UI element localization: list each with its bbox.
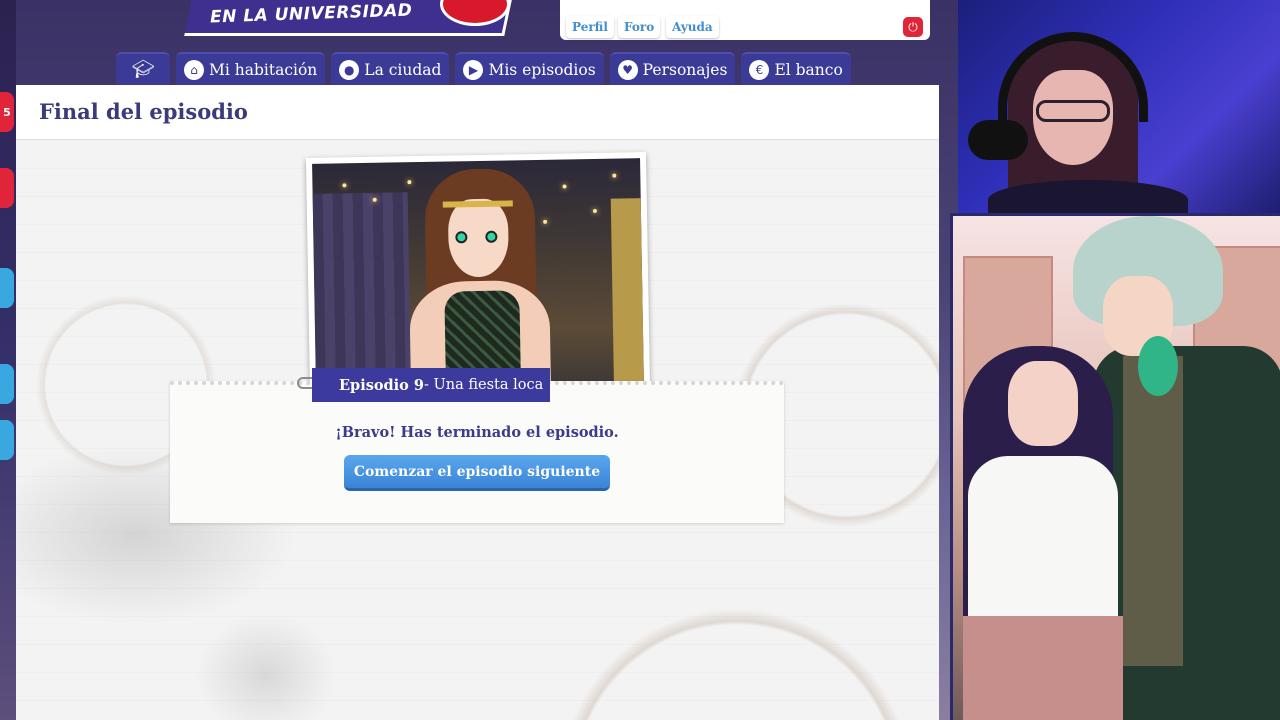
string-light bbox=[372, 197, 377, 202]
completion-message: ¡Bravo! Has terminado el episodio. bbox=[335, 424, 619, 441]
episode-end-panel: Final del episodio ¡Bravo! Has terminado… bbox=[16, 85, 939, 720]
female-character-shirt bbox=[968, 456, 1118, 626]
male-character-vest bbox=[1123, 356, 1183, 666]
next-episode-button[interactable]: Comenzar el episodio siguiente bbox=[344, 455, 610, 491]
side-tab-blue-3[interactable] bbox=[0, 420, 14, 460]
string-light bbox=[342, 183, 347, 188]
graduation-cap-icon: 🎓︎ bbox=[131, 59, 155, 80]
string-light bbox=[543, 219, 548, 224]
nav-mi-habitacion[interactable]: ⌂ Mi habitación bbox=[176, 52, 326, 85]
female-character-skirt bbox=[963, 616, 1123, 720]
string-light bbox=[407, 180, 412, 185]
nav-label: Personajes bbox=[642, 60, 728, 79]
episode-number: Episodio 9 bbox=[339, 376, 424, 394]
webcam-overlay bbox=[958, 0, 1280, 213]
microphone-icon bbox=[968, 120, 1028, 160]
profile-box: Perfil Foro Ayuda bbox=[560, 0, 930, 40]
room-icon: ⌂ bbox=[184, 59, 204, 80]
female-character-face bbox=[1008, 361, 1078, 446]
main-nav: 🎓︎ ⌂ Mi habitación ● La ciudad ▶ Mis epi… bbox=[116, 52, 851, 85]
episode-name: - Una fiesta loca bbox=[424, 377, 544, 393]
left-side-strip: 5 bbox=[0, 0, 16, 720]
side-tab-red[interactable] bbox=[0, 168, 14, 208]
side-tab-blue-2[interactable] bbox=[0, 364, 14, 404]
logout-button[interactable]: ⏻ bbox=[903, 17, 923, 37]
profile-link[interactable]: Perfil bbox=[566, 16, 614, 38]
string-light bbox=[562, 184, 567, 189]
nav-mis-episodios[interactable]: ▶ Mis episodios bbox=[455, 52, 604, 85]
scene-wall-right bbox=[610, 198, 644, 388]
episode-ribbon: Episodio 9 - Una fiesta loca bbox=[312, 368, 550, 402]
string-light bbox=[612, 173, 617, 178]
result-card: ¡Bravo! Has terminado el episodio. Comen… bbox=[170, 381, 784, 523]
nav-personajes[interactable]: ♥ Personajes bbox=[609, 52, 736, 85]
episode-image bbox=[305, 152, 651, 394]
character-headband bbox=[442, 200, 513, 208]
side-badge-count[interactable]: 5 bbox=[0, 92, 14, 132]
nav-label: Mis episodios bbox=[488, 60, 596, 79]
page-title: Final del episodio bbox=[39, 99, 248, 124]
streamer-shoulders bbox=[988, 180, 1188, 213]
forum-link[interactable]: Foro bbox=[618, 16, 661, 38]
nav-label: Mi habitación bbox=[209, 60, 318, 79]
nav-el-banco[interactable]: € El banco bbox=[741, 52, 851, 85]
play-icon: ▶ bbox=[463, 59, 484, 80]
string-light bbox=[592, 208, 597, 213]
nav-home[interactable]: 🎓︎ bbox=[116, 52, 170, 85]
character-art-panel bbox=[950, 213, 1280, 720]
panel-header: Final del episodio bbox=[16, 85, 939, 140]
coin-icon: € bbox=[749, 59, 770, 80]
side-tab-blue-1[interactable] bbox=[0, 268, 14, 308]
nav-label: La ciudad bbox=[364, 60, 442, 79]
nav-label: El banco bbox=[774, 60, 843, 79]
headphones-icon bbox=[998, 32, 1148, 122]
episode-scene-illustration bbox=[312, 158, 644, 388]
nav-la-ciudad[interactable]: ● La ciudad bbox=[331, 52, 450, 85]
scene-wall bbox=[312, 192, 412, 388]
map-pin-icon: ● bbox=[339, 59, 360, 80]
power-icon: ⏻ bbox=[908, 19, 918, 34]
help-link[interactable]: Ayuda bbox=[666, 16, 719, 38]
heart-icon: ♥ bbox=[617, 59, 638, 80]
male-character-cravat bbox=[1138, 336, 1178, 396]
game-window: 5 EN LA UNIVERSIDAD Perfil Foro Ayuda ⏻ … bbox=[0, 0, 958, 720]
